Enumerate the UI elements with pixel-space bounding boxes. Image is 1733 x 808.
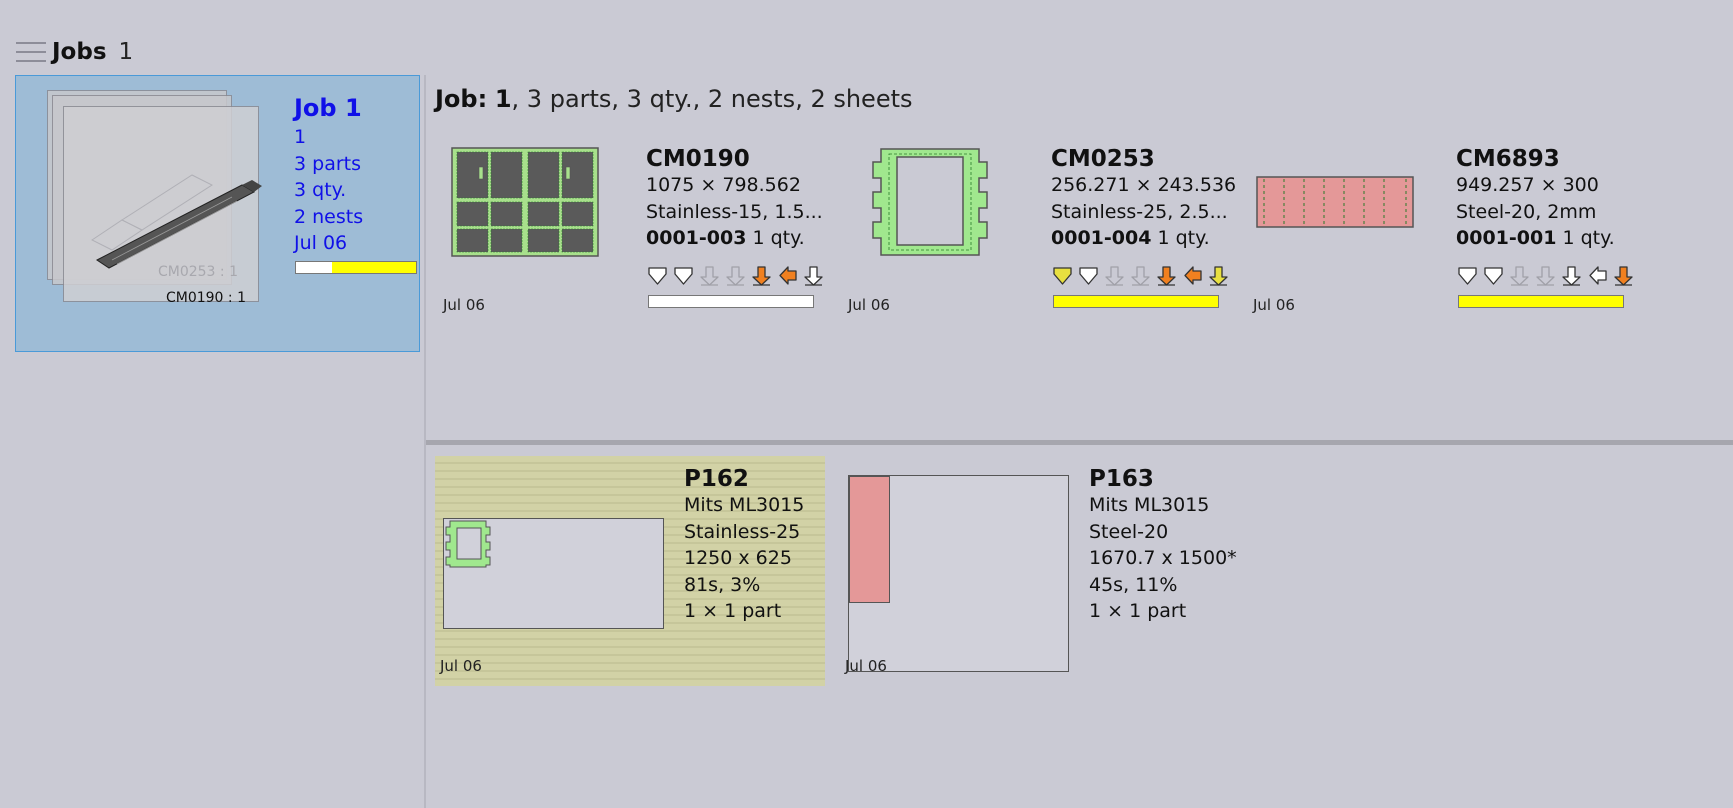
part-ops-row xyxy=(1457,265,1634,286)
nest-material: Stainless-25 xyxy=(684,520,801,543)
part-progress-bar xyxy=(648,295,814,308)
nest-info-p162: P162 Mits ML3015 Stainless-25 1250 x 625… xyxy=(684,466,804,625)
part-info-cm6893: CM6893 949.257 × 300 Steel-20, 2mm 0001-… xyxy=(1456,146,1615,252)
part-material: Steel-20, 2mm xyxy=(1456,200,1597,223)
part-name: CM0190 xyxy=(646,146,750,172)
down-outline-icon[interactable] xyxy=(803,265,824,286)
part-ops-row xyxy=(1052,265,1229,286)
thumb-label: CM0190 : 1 xyxy=(165,290,246,306)
cut-yellow-icon[interactable] xyxy=(1052,265,1073,286)
nest-name: P162 xyxy=(684,466,749,492)
down-grey-icon[interactable] xyxy=(1104,265,1125,286)
down-yellow-icon[interactable] xyxy=(1208,265,1229,286)
part-progress-bar xyxy=(1458,295,1624,308)
cut-outline-icon[interactable] xyxy=(647,265,668,286)
down-grey-icon[interactable] xyxy=(725,265,746,286)
nest-date: Jul 06 xyxy=(440,657,482,675)
left-orange-icon[interactable] xyxy=(777,265,798,286)
part-info-cm0190: CM0190 1075 × 798.562 Stainless-15, 1.5.… xyxy=(646,146,823,252)
nest-time: 45s, 11% xyxy=(1089,573,1178,596)
menu-icon[interactable] xyxy=(16,40,46,64)
job-title: Job 1 xyxy=(294,94,362,122)
down-grey-icon[interactable] xyxy=(1130,265,1151,286)
job-nests: 2 nests xyxy=(294,205,364,228)
left-orange-icon[interactable] xyxy=(1182,265,1203,286)
nest-info-p163: P163 Mits ML3015 Steel-20 1670.7 x 1500*… xyxy=(1089,466,1237,625)
nested-part-icon xyxy=(445,520,491,568)
part-code: 0001-004 xyxy=(1051,227,1152,249)
thumb-label-faded: CM0253 : 1 xyxy=(157,264,238,280)
part-name: CM6893 xyxy=(1456,146,1560,172)
part-thumbnail-cm0190[interactable] xyxy=(451,147,599,257)
jobs-header: Jobs 1 xyxy=(16,34,133,70)
down-outline-icon[interactable] xyxy=(1561,265,1582,286)
job-qty: 3 qty. xyxy=(294,179,347,201)
nest-material: Steel-20 xyxy=(1089,520,1169,543)
job-thumbnail: CM0253 : 1 CM0190 : 1 xyxy=(32,90,262,310)
part-progress-bar xyxy=(1053,295,1219,308)
job-card[interactable]: CM0253 : 1 CM0190 : 1 Job 1 1 3 parts 3 … xyxy=(15,75,420,352)
horizontal-splitter[interactable] xyxy=(426,440,1733,445)
nest-count: 1 × 1 part xyxy=(1089,600,1187,622)
nest-time: 81s, 3% xyxy=(684,573,761,596)
job-summary-value: 1 xyxy=(494,85,512,113)
job-parts: 3 parts xyxy=(294,152,361,175)
part-dims: 256.271 × 243.536 xyxy=(1051,174,1237,196)
left-outline-icon[interactable] xyxy=(1587,265,1608,286)
job-summary: Job: 1, 3 parts, 3 qty., 2 nests, 2 shee… xyxy=(435,85,913,113)
down-orange-icon[interactable] xyxy=(1613,265,1634,286)
down-orange-icon[interactable] xyxy=(1156,265,1177,286)
job-number: 1 xyxy=(294,126,307,148)
cut-outline-icon[interactable] xyxy=(1457,265,1478,286)
part-qty: 1 qty. xyxy=(1157,227,1210,249)
job-info: Job 1 1 3 parts 3 qty. 2 nests Jul 06 xyxy=(294,94,363,257)
part-info-cm0253: CM0253 256.271 × 243.536 Stainless-25, 2… xyxy=(1051,146,1236,252)
nest-machine: Mits ML3015 xyxy=(684,494,805,516)
nest-name: P163 xyxy=(1089,466,1154,492)
header-title: Jobs xyxy=(52,39,107,65)
job-count: 1 xyxy=(118,39,134,65)
part-qty: 1 qty. xyxy=(1562,227,1615,249)
nest-sheet-p162[interactable] xyxy=(443,518,664,629)
part-code: 0001-001 xyxy=(1456,227,1557,249)
part-ops-row xyxy=(647,265,824,286)
part-dims: 1075 × 798.562 xyxy=(646,174,801,196)
part-code: 0001-003 xyxy=(646,227,747,249)
nest-sheet-p163[interactable] xyxy=(848,475,1069,672)
part-date: Jul 06 xyxy=(443,296,485,314)
nested-part-icon xyxy=(849,476,890,603)
part-name: CM0253 xyxy=(1051,146,1155,172)
job-summary-rest: , 3 parts, 3 qty., 2 nests, 2 sheets xyxy=(511,85,913,113)
part-material: Stainless-15, 1.5... xyxy=(646,200,823,223)
cut-outline-icon[interactable] xyxy=(673,265,694,286)
nest-size: 1670.7 x 1500* xyxy=(1089,547,1237,569)
cut-outline-icon[interactable] xyxy=(1078,265,1099,286)
down-grey-icon[interactable] xyxy=(1509,265,1530,286)
part-thumbnail-cm6893[interactable] xyxy=(1256,176,1414,228)
down-grey-icon[interactable] xyxy=(1535,265,1556,286)
part-date: Jul 06 xyxy=(1253,296,1295,314)
part-dims: 949.257 × 300 xyxy=(1456,174,1599,196)
nest-count: 1 × 1 part xyxy=(684,600,782,622)
part-thumbnail-cm0253[interactable] xyxy=(871,148,989,256)
down-orange-icon[interactable] xyxy=(751,265,772,286)
job-progress-bar xyxy=(295,261,417,274)
part-date: Jul 06 xyxy=(848,296,890,314)
part-material: Stainless-25, 2.5... xyxy=(1051,200,1228,223)
job-summary-label: Job: xyxy=(435,85,488,113)
part-qty: 1 qty. xyxy=(752,227,805,249)
part-drawing-icon xyxy=(91,174,262,269)
nest-size: 1250 x 625 xyxy=(684,547,792,569)
job-date: Jul 06 xyxy=(294,232,348,254)
down-grey-icon[interactable] xyxy=(699,265,720,286)
nest-machine: Mits ML3015 xyxy=(1089,494,1210,516)
cut-outline-icon[interactable] xyxy=(1483,265,1504,286)
nest-date: Jul 06 xyxy=(845,657,887,675)
